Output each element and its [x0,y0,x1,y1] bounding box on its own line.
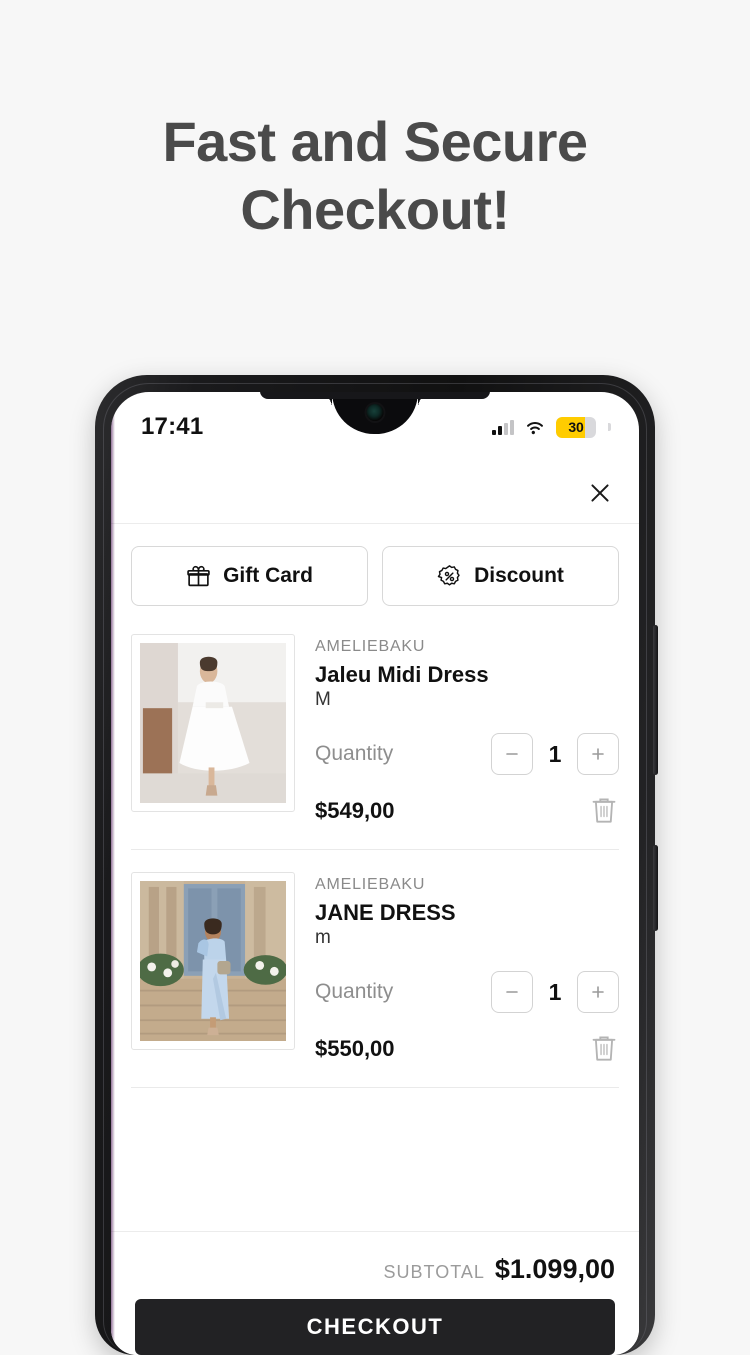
wifi-icon [527,421,543,435]
volume-button[interactable] [653,625,658,775]
battery-icon: 30 [556,416,596,438]
status-clock: 17:41 [141,413,204,440]
quantity-label: Quantity [315,742,394,765]
quantity-row: Quantity 1 [315,733,619,775]
product-title: Jaleu Midi Dress [315,662,489,687]
white-midi-dress-photo [140,643,286,803]
trash-icon[interactable] [589,795,619,827]
plus-icon [592,986,604,998]
trash-icon[interactable] [589,1033,619,1065]
cart-item: AMELIEBAKU Jaleu Midi Dress M Quantity 1… [131,626,619,850]
power-button[interactable] [653,845,658,931]
quantity-stepper: 1 [491,733,619,775]
quantity-stepper: 1 [491,971,619,1013]
product-variant: M [315,689,331,710]
close-icon[interactable] [587,480,613,506]
minus-icon [506,753,518,755]
quantity-row: Quantity 1 [315,971,619,1013]
cart-header [111,462,639,524]
subtotal-row: SUBTOTAL $1.099,00 [135,1254,615,1285]
checkout-button[interactable]: CHECKOUT [135,1299,615,1355]
status-indicators: 30 [492,416,611,438]
gift-icon [187,565,210,586]
product-info: AMELIEBAKU JANE DRESS m Quantity 1 $550,… [315,872,619,1065]
product-price: $549,00 [315,798,395,823]
page-title-line-1: Fast and Secure [162,110,588,173]
minus-icon [506,991,518,993]
phone-mockup: 17:41 30 Gift Card Discount AMELIEBAKU J… [95,375,658,1355]
battery-cap [608,423,611,431]
quantity-label: Quantity [315,980,394,1003]
product-title: JANE DRESS [315,900,456,925]
cart-item-list: AMELIEBAKU Jaleu Midi Dress M Quantity 1… [111,626,639,1088]
product-brand: AMELIEBAKU [315,638,426,655]
product-thumbnail[interactable] [131,872,295,1050]
product-brand: AMELIEBAKU [315,876,426,893]
discount-badge-icon [437,564,460,586]
gift-card-button[interactable]: Gift Card [131,546,368,606]
discount-label: Discount [474,564,564,587]
quantity-value: 1 [548,740,562,767]
subtotal-label: SUBTOTAL [383,1262,485,1282]
decrement-button[interactable] [491,733,533,775]
cart-footer: SUBTOTAL $1.099,00 CHECKOUT [111,1231,639,1355]
plus-icon [592,748,604,760]
decrement-button[interactable] [491,971,533,1013]
product-info: AMELIEBAKU Jaleu Midi Dress M Quantity 1… [315,634,619,827]
product-variant: m [315,927,331,948]
increment-button[interactable] [577,971,619,1013]
gift-card-label: Gift Card [223,564,313,587]
cart-item: AMELIEBAKU JANE DRESS m Quantity 1 $550,… [131,850,619,1088]
product-thumbnail[interactable] [131,634,295,812]
cellular-signal-icon [492,419,514,435]
battery-percent: 30 [568,419,584,435]
status-bar: 17:41 30 [111,392,639,462]
light-blue-dress-photo [140,881,286,1041]
phone-screen: 17:41 30 Gift Card Discount AMELIEBAKU J… [111,392,639,1355]
increment-button[interactable] [577,733,619,775]
page-title-line-2: Checkout! [240,178,510,241]
subtotal-value: $1.099,00 [494,1254,615,1284]
price-row: $549,00 [315,795,619,827]
quantity-value: 1 [548,978,562,1005]
promo-buttons: Gift Card Discount [111,524,639,626]
price-row: $550,00 [315,1033,619,1065]
discount-button[interactable]: Discount [382,546,619,606]
cart-screen: Gift Card Discount AMELIEBAKU Jaleu Midi… [111,462,639,1088]
product-price: $550,00 [315,1036,395,1061]
page-title: Fast and Secure Checkout! [0,108,750,244]
